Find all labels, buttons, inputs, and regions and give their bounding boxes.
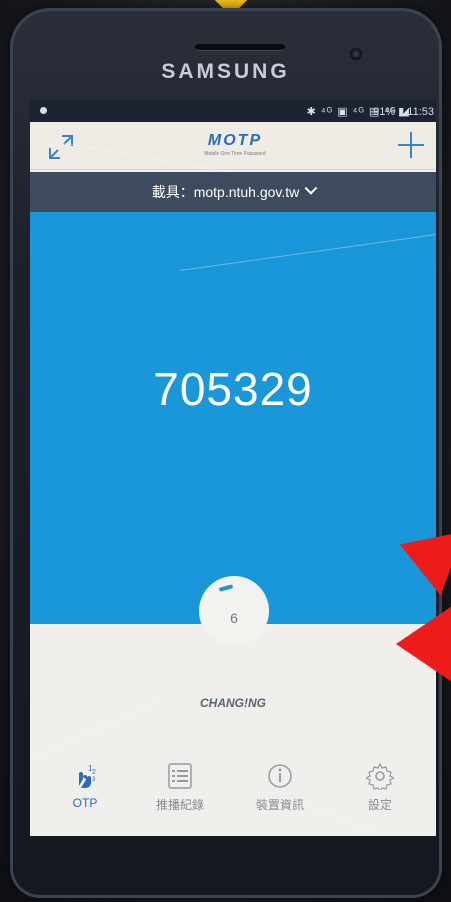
battery-time: 91% ▮ 11:53 [373, 106, 434, 118]
tab-settings[interactable]: 設定 [335, 762, 425, 813]
carrier-label: 載具：motp.ntuh.gov.tw [151, 184, 300, 200]
status-text: CHANG!NG [200, 696, 266, 710]
chevron-down-icon [304, 181, 318, 195]
tab-label: 設定 [367, 798, 392, 812]
otp-panel: 705329 [30, 212, 436, 624]
logo-text: MOTP [207, 132, 263, 149]
tab-label: OTP [72, 796, 98, 810]
tab-label: 推播紀錄 [155, 798, 204, 812]
tab-label: 裝置資訊 [255, 798, 304, 812]
svg-text:3: 3 [92, 777, 96, 783]
phone-brand: SAMSUNG [161, 60, 290, 83]
countdown-timer: 6 [199, 576, 269, 646]
countdown-arc [218, 584, 234, 592]
logo-subtitle: Mobile One Time Password [204, 151, 266, 157]
annotation-arrow [396, 606, 451, 682]
bottom-tab-bar: 1 2 3 OTP 推播紀錄 裝置資訊 設定 [30, 750, 436, 836]
tab-otp[interactable]: 1 2 3 OTP [40, 762, 130, 810]
add-icon[interactable] [398, 132, 424, 158]
info-icon [268, 764, 292, 788]
carrier-selector[interactable]: 載具：motp.ntuh.gov.tw [30, 172, 436, 212]
svg-text:2: 2 [92, 769, 96, 776]
list-icon [168, 763, 192, 789]
tab-push-history[interactable]: 推播紀錄 [135, 762, 225, 813]
motp-logo: MOTP Mobile One Time Password [190, 132, 280, 157]
front-camera [350, 48, 362, 60]
earpiece-speaker [195, 44, 285, 50]
expand-icon[interactable] [46, 132, 76, 162]
notification-dot-icon [40, 107, 47, 114]
status-bar: ✱ ⁴ᴳ ▣ ⁴ᴳ ▤ ⁴ᴳ ◢ 91% ▮ 11:53 [30, 100, 436, 122]
hand-tap-icon: 1 2 3 [79, 764, 96, 788]
photo-background: SAMSUNG ✱ ⁴ᴳ ▣ ⁴ᴳ ▤ ⁴ᴳ ◢ 91% ▮ 11:53 MOT… [0, 0, 451, 902]
otp-code: 705329 [153, 363, 313, 415]
tab-device-info[interactable]: 裝置資訊 [235, 762, 325, 813]
phone-screen: ✱ ⁴ᴳ ▣ ⁴ᴳ ▤ ⁴ᴳ ◢ 91% ▮ 11:53 MOTP Mobile… [30, 100, 436, 836]
gear-icon [366, 762, 394, 790]
countdown-number: 6 [230, 610, 238, 626]
app-bar: MOTP Mobile One Time Password [30, 122, 436, 170]
